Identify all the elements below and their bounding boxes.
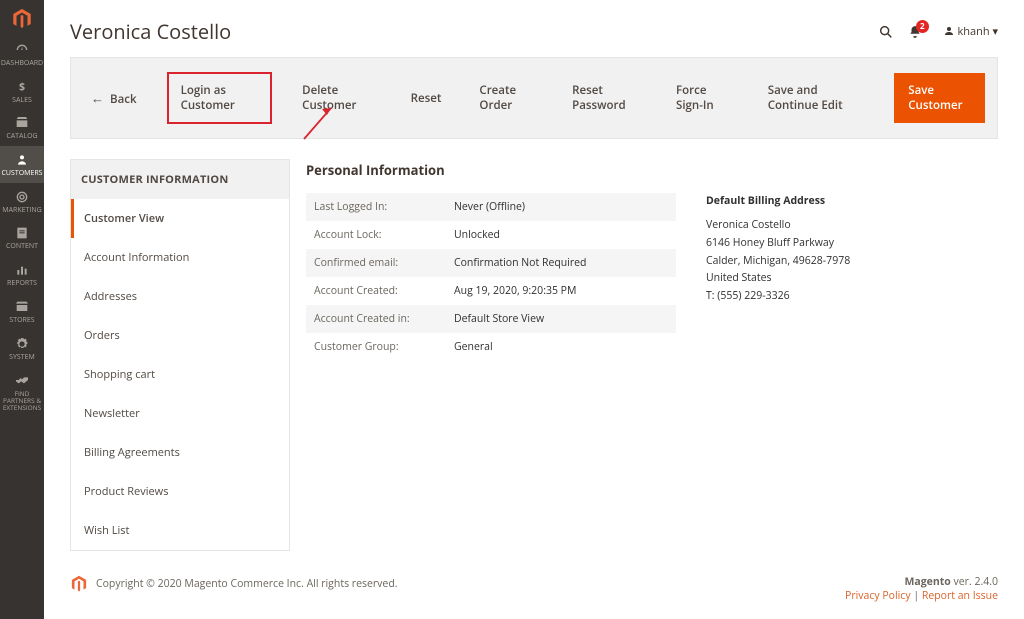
- svg-text:$: $: [19, 80, 25, 94]
- handshake-icon: [14, 372, 30, 388]
- default-billing-address: Default Billing Address Veronica Costell…: [706, 193, 850, 306]
- create-order-button[interactable]: Create Order: [471, 77, 542, 119]
- table-row: Confirmed email:Confirmation Not Require…: [306, 249, 676, 277]
- panel-item-account-info[interactable]: Account Information: [71, 238, 289, 277]
- notifications-badge: 2: [916, 20, 929, 33]
- table-row: Account Created in:Default Store View: [306, 305, 676, 333]
- panel-item-customer-view[interactable]: Customer View: [71, 199, 289, 238]
- sidenav-item-content[interactable]: CONTENT: [0, 219, 44, 256]
- page-footer: Copyright © 2020 Magento Commerce Inc. A…: [70, 551, 998, 603]
- sidenav-item-dashboard[interactable]: DASHBOARD: [0, 36, 44, 73]
- dollar-icon: $: [14, 79, 30, 95]
- notifications-icon[interactable]: 2: [908, 25, 929, 39]
- table-row: Last Logged In:Never (Offline): [306, 193, 676, 221]
- main-content: Veronica Costello 2 khanh ▾ Back Login a…: [44, 0, 1024, 619]
- panel-item-billing-agreements[interactable]: Billing Agreements: [71, 433, 289, 472]
- panel-item-shopping-cart[interactable]: Shopping cart: [71, 355, 289, 394]
- sidenav-item-partners[interactable]: FIND PARTNERS & EXTENSIONS: [0, 366, 44, 416]
- sidenav-item-marketing[interactable]: MARKETING: [0, 183, 44, 220]
- table-row: Account Created:Aug 19, 2020, 9:20:35 PM: [306, 277, 676, 305]
- gauge-icon: [14, 42, 30, 58]
- page-header: Veronica Costello 2 khanh ▾: [70, 0, 998, 57]
- panel-item-addresses[interactable]: Addresses: [71, 277, 289, 316]
- sidenav-item-stores[interactable]: STORES: [0, 293, 44, 330]
- privacy-policy-link[interactable]: Privacy Policy: [845, 589, 911, 603]
- reset-password-button[interactable]: Reset Password: [564, 77, 646, 119]
- force-signin-button[interactable]: Force Sign-In: [668, 77, 738, 119]
- sidenav-item-sales[interactable]: $ SALES: [0, 73, 44, 110]
- report-issue-link[interactable]: Report an Issue: [922, 589, 998, 603]
- panel-item-newsletter[interactable]: Newsletter: [71, 394, 289, 433]
- delete-customer-button[interactable]: Delete Customer: [294, 77, 381, 119]
- magento-logo[interactable]: [11, 0, 33, 36]
- user-icon: [14, 152, 30, 168]
- table-row: Account Lock:Unlocked: [306, 221, 676, 249]
- section-title: Personal Information: [306, 161, 998, 179]
- action-toolbar: Back Login as Customer Delete Customer R…: [70, 57, 998, 139]
- search-icon[interactable]: [878, 24, 894, 40]
- personal-info-table: Last Logged In:Never (Offline) Account L…: [306, 193, 676, 361]
- box-icon: [14, 115, 30, 131]
- gear-icon: [14, 336, 30, 352]
- save-continue-button[interactable]: Save and Continue Edit: [760, 77, 873, 119]
- reset-button[interactable]: Reset: [403, 85, 450, 112]
- back-button[interactable]: Back: [83, 83, 145, 113]
- sidenav-item-customers[interactable]: CUSTOMERS: [0, 146, 44, 183]
- panel-item-orders[interactable]: Orders: [71, 316, 289, 355]
- sidenav-item-catalog[interactable]: CATALOG: [0, 109, 44, 146]
- customer-info-panel: CUSTOMER INFORMATION Customer View Accou…: [70, 159, 290, 551]
- store-icon: [14, 299, 30, 315]
- save-customer-button[interactable]: Save Customer: [894, 73, 985, 123]
- target-icon: [14, 189, 30, 205]
- login-as-customer-button[interactable]: Login as Customer: [167, 72, 273, 124]
- bars-icon: [14, 262, 30, 278]
- copyright-text: Copyright © 2020 Magento Commerce Inc. A…: [96, 577, 398, 591]
- page-icon: [14, 225, 30, 241]
- table-row: Customer Group:General: [306, 333, 676, 361]
- panel-heading: CUSTOMER INFORMATION: [71, 160, 289, 199]
- panel-item-product-reviews[interactable]: Product Reviews: [71, 472, 289, 511]
- sidenav-item-system[interactable]: SYSTEM: [0, 330, 44, 367]
- panel-item-wishlist[interactable]: Wish List: [71, 511, 289, 550]
- page-title: Veronica Costello: [70, 18, 878, 45]
- magento-logo-small: [70, 575, 88, 593]
- sidenav-item-reports[interactable]: REPORTS: [0, 256, 44, 293]
- admin-user-menu[interactable]: khanh ▾: [943, 24, 998, 39]
- admin-sidenav: DASHBOARD $ SALES CATALOG CUSTOMERS MARK…: [0, 0, 44, 619]
